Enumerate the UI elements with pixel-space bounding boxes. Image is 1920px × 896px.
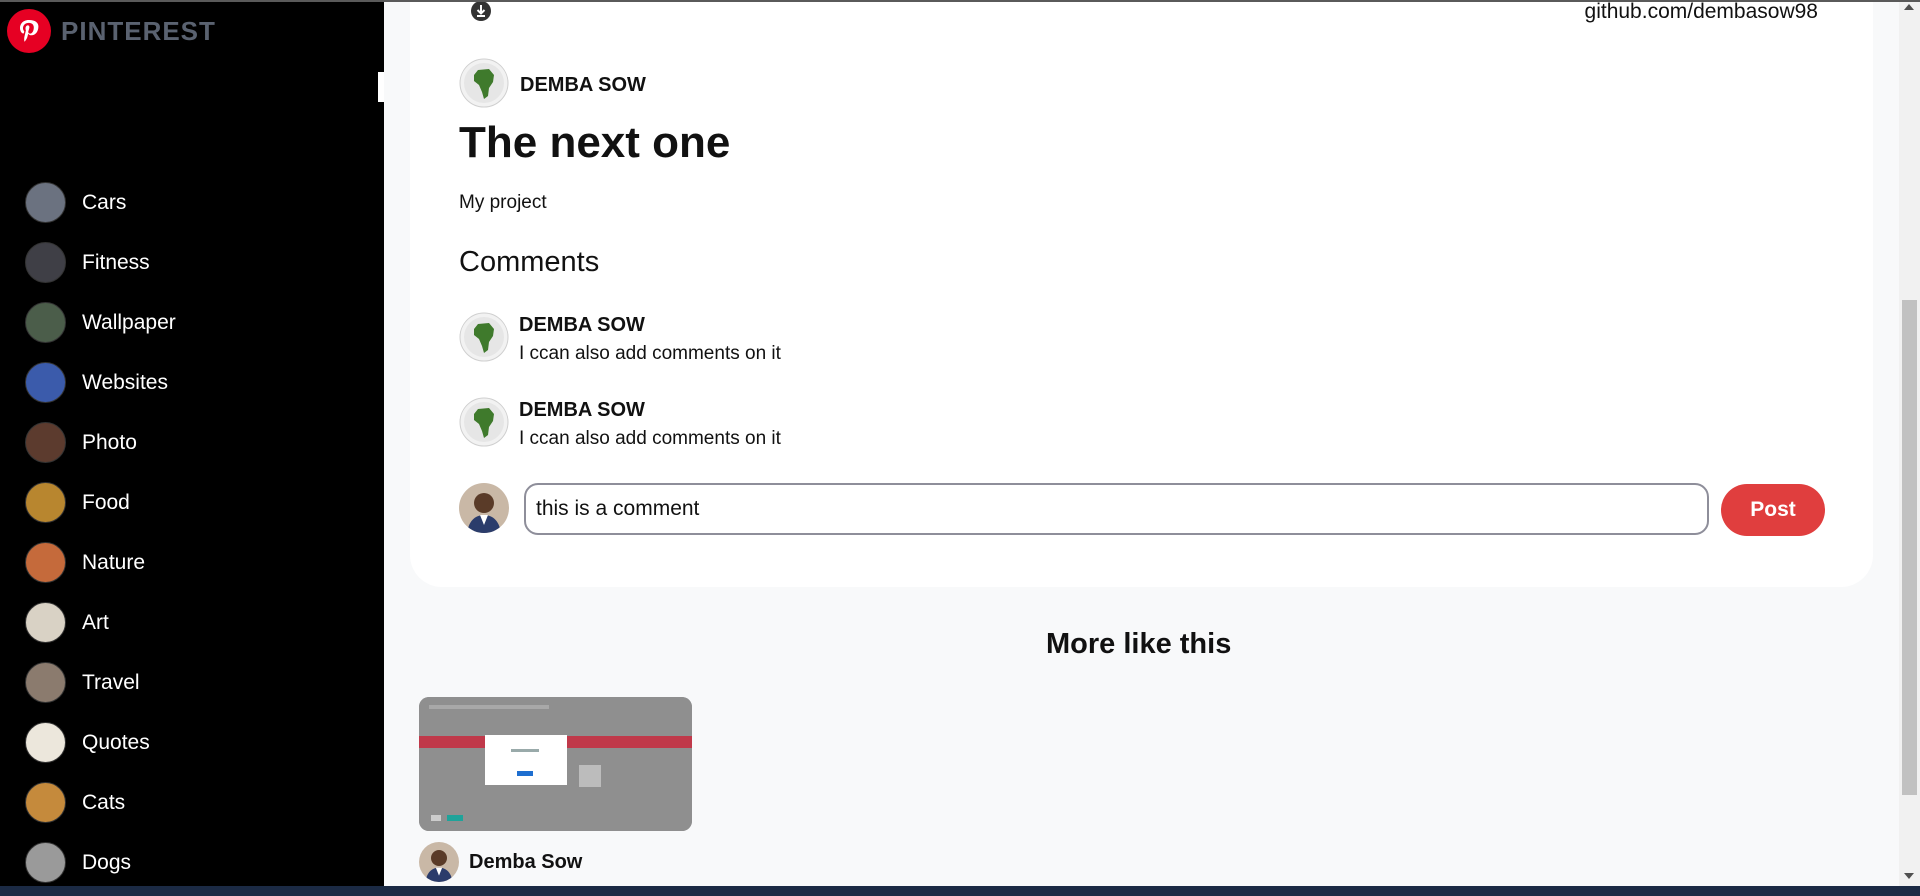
globe-avatar <box>459 397 509 452</box>
sidebar-item-label: Websites <box>82 370 168 394</box>
category-thumbnail <box>25 302 66 343</box>
post-button[interactable]: Post <box>1721 484 1825 536</box>
comment-text: I ccan also add comments on it <box>519 343 781 364</box>
sidebar-item-wallpaper[interactable]: Wallpaper <box>25 302 176 343</box>
sidebar-item-travel[interactable]: Travel <box>25 662 140 703</box>
comment-item: DEMBA SOW I ccan also add comments on it <box>459 397 781 452</box>
sidebar: PINTEREST Cars Fitness Wallpaper Websites Ph… <box>0 0 384 886</box>
sidebar-item-label: Art <box>82 610 109 634</box>
pin-thumbnail <box>419 697 692 831</box>
sidebar-item-dogs[interactable]: Dogs <box>25 842 131 883</box>
download-icon[interactable] <box>470 0 492 22</box>
category-thumbnail <box>25 722 66 763</box>
sidebar-item-label: Cats <box>82 790 126 814</box>
category-thumbnail <box>25 422 66 463</box>
pin-title: The next one <box>459 118 731 167</box>
sidebar-item-food[interactable]: Food <box>25 482 130 523</box>
sidebar-item-label: Fitness <box>82 250 150 274</box>
category-thumbnail <box>25 542 66 583</box>
comment-text: I ccan also add comments on it <box>519 428 781 449</box>
sidebar-item-cats[interactable]: Cats <box>25 782 125 823</box>
comment-form: Post <box>459 483 1825 536</box>
sidebar-item-fitness[interactable]: Fitness <box>25 242 150 283</box>
scrollbar[interactable] <box>1899 0 1920 886</box>
os-taskbar <box>0 886 1920 896</box>
sidebar-item-label: Cars <box>82 190 127 214</box>
scroll-down-arrow-icon[interactable] <box>1904 873 1914 879</box>
category-thumbnail <box>25 782 66 823</box>
owner-name: DEMBA SOW <box>520 74 646 96</box>
sidebar-item-photo[interactable]: Photo <box>25 422 137 463</box>
sidebar-item-label: Travel <box>82 670 140 694</box>
scroll-up-arrow-icon[interactable] <box>1904 4 1914 10</box>
related-pin-author-name: Demba Sow <box>469 850 583 873</box>
more-like-this-heading: More like this <box>1046 628 1232 660</box>
pin-description: My project <box>459 192 547 213</box>
window-top-border <box>0 0 1920 2</box>
category-thumbnail <box>25 842 66 883</box>
sidebar-item-websites[interactable]: Websites <box>25 362 168 403</box>
brand-name: PINTEREST <box>61 15 216 46</box>
sidebar-item-nature[interactable]: Nature <box>25 542 145 583</box>
sidebar-item-label: Dogs <box>82 850 132 874</box>
category-thumbnail <box>25 182 66 223</box>
pin-source-link[interactable]: github.com/dembasow98 <box>1585 0 1818 24</box>
sidebar-item-label: Photo <box>82 430 137 454</box>
category-thumbnail <box>25 482 66 523</box>
sidebar-item-label: Food <box>82 490 130 514</box>
sidebar-item-label: Wallpaper <box>82 310 176 334</box>
category-thumbnail <box>25 362 66 403</box>
brand[interactable]: PINTEREST <box>7 9 216 53</box>
globe-avatar <box>459 312 509 367</box>
pin-owner[interactable]: DEMBA SOW <box>459 58 646 113</box>
sidebar-item-label: Quotes <box>82 730 150 754</box>
sidebar-item-art[interactable]: Art <box>25 602 109 643</box>
comments-heading: Comments <box>459 246 600 278</box>
category-thumbnail <box>25 602 66 643</box>
comment-input[interactable] <box>524 483 1709 535</box>
user-avatar <box>419 842 459 882</box>
pinterest-logo-icon <box>7 9 51 53</box>
user-avatar <box>459 483 509 533</box>
scroll-thumb[interactable] <box>1902 300 1917 795</box>
category-thumbnail <box>25 662 66 703</box>
related-pin-card[interactable] <box>419 697 692 831</box>
sidebar-item-label: Nature <box>82 550 146 574</box>
globe-avatar <box>459 58 509 113</box>
category-thumbnail <box>25 242 66 283</box>
comment-author: DEMBA SOW <box>519 399 645 421</box>
sidebar-item-cars[interactable]: Cars <box>25 182 126 223</box>
sidebar-item-quotes[interactable]: Quotes <box>25 722 150 763</box>
comment-item: DEMBA SOW I ccan also add comments on it <box>459 312 781 367</box>
related-pin-author[interactable]: Demba Sow <box>419 842 582 882</box>
comment-author: DEMBA SOW <box>519 314 645 336</box>
